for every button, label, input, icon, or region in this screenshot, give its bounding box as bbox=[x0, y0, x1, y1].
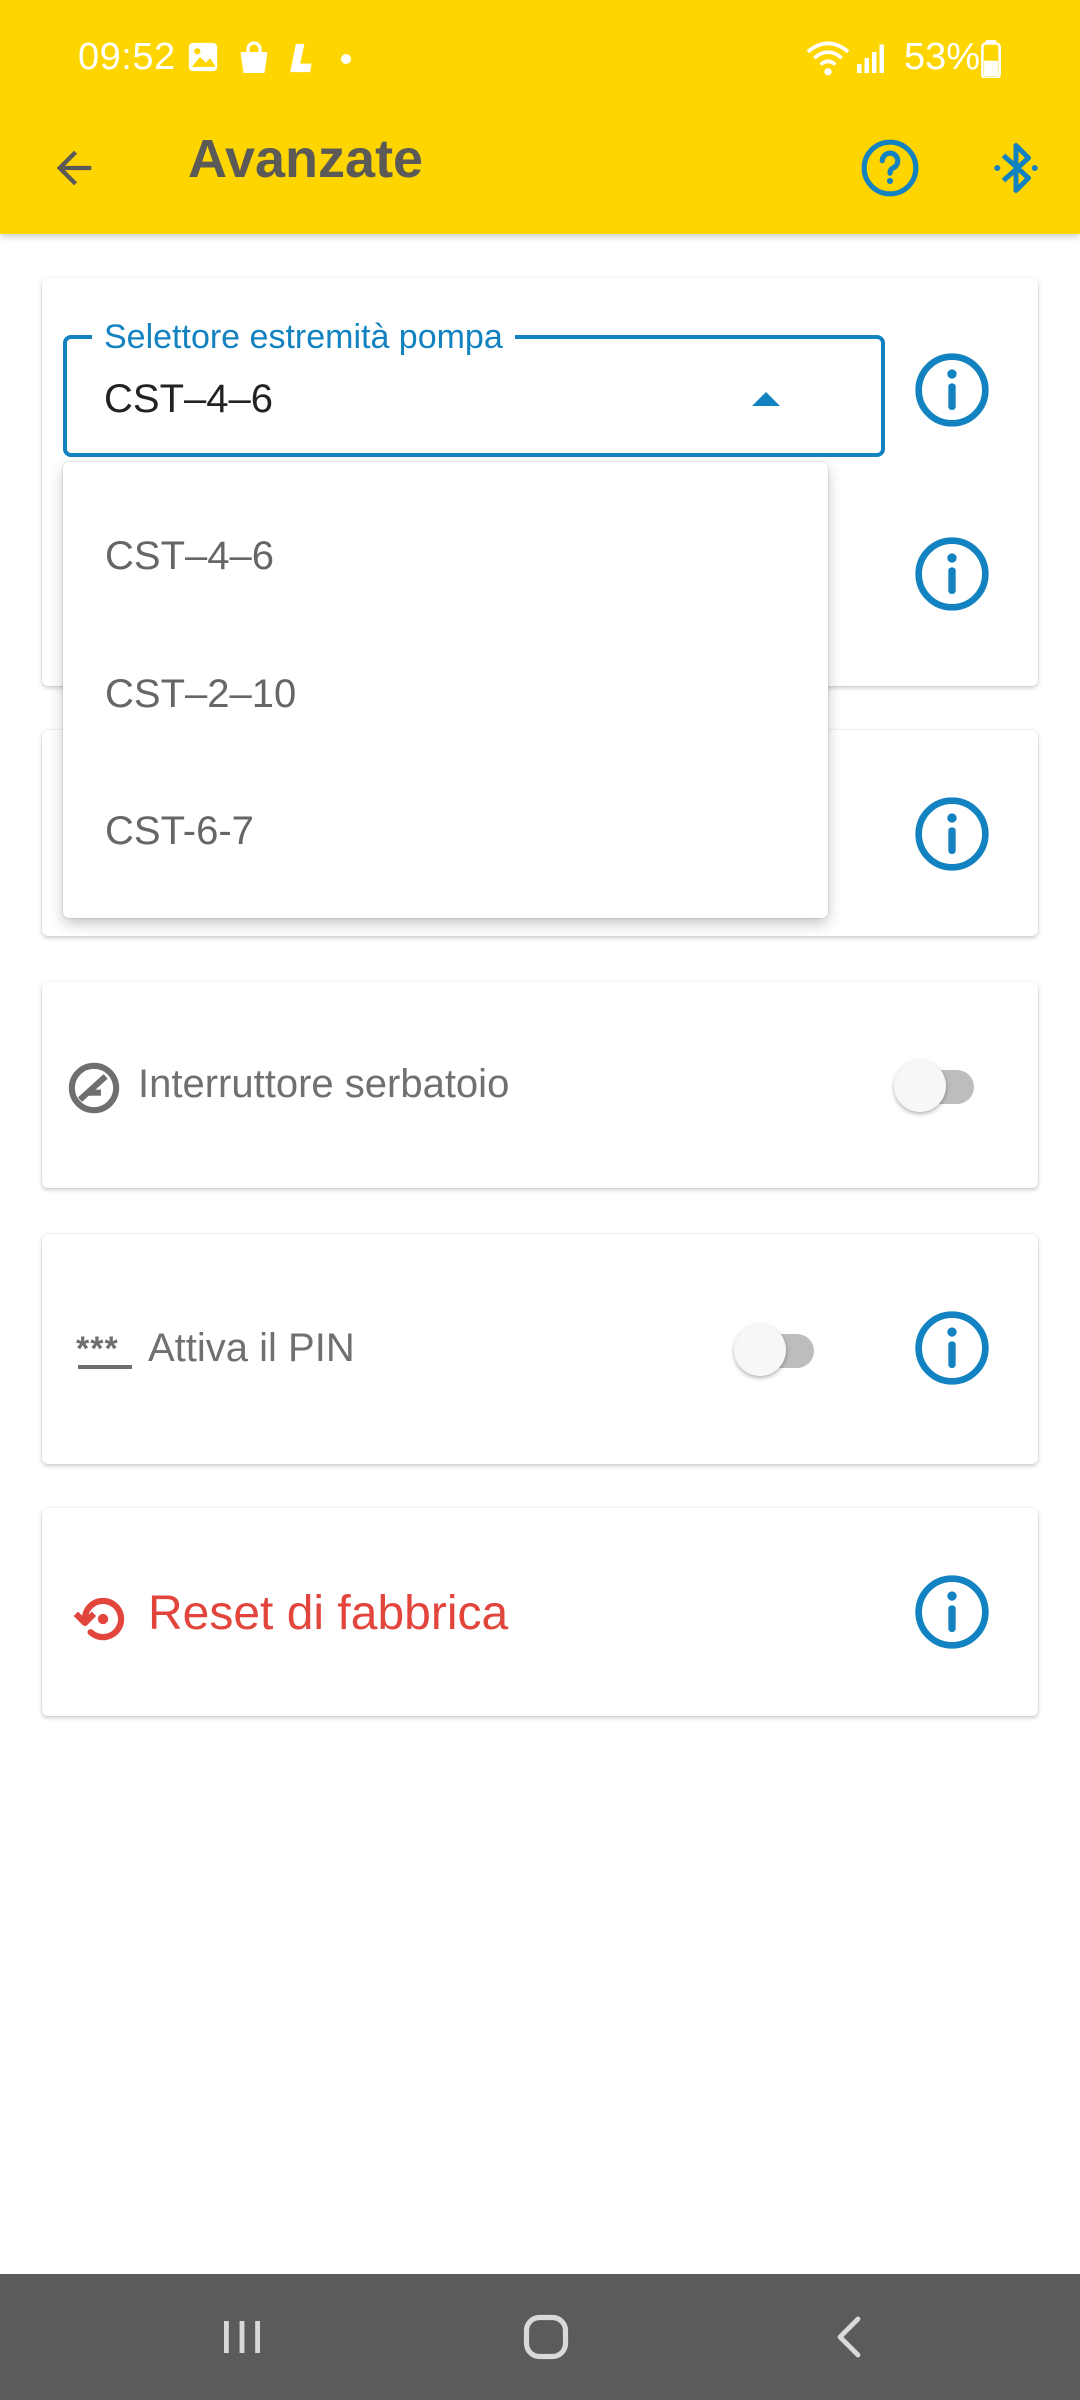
help-button[interactable] bbox=[850, 128, 930, 208]
pin-icon-underline bbox=[78, 1365, 132, 1369]
pump-selector-info-button[interactable] bbox=[912, 350, 992, 430]
nav-back-button[interactable] bbox=[770, 2274, 930, 2400]
app-header: 09:52 53% Avanzate bbox=[0, 0, 1080, 234]
menu-option-label: CST–2–10 bbox=[105, 672, 297, 716]
menu-option-label: CST-6-7 bbox=[105, 809, 254, 853]
pump-selector-value: CST–4–6 bbox=[104, 377, 273, 421]
chevron-left-icon bbox=[837, 2316, 861, 2358]
shopping-bag-icon bbox=[236, 40, 272, 81]
back-button[interactable] bbox=[34, 128, 114, 208]
factory-reset-label: Reset di fabbrica bbox=[148, 1587, 509, 1640]
toggle-thumb bbox=[894, 1060, 946, 1112]
page-title: Avanzate bbox=[188, 129, 424, 189]
pump-selector-menu: CST–4–6 CST–2–10 CST-6-7 bbox=[63, 462, 828, 918]
tank-switch-toggle[interactable] bbox=[894, 1060, 978, 1116]
factory-reset-info-button[interactable] bbox=[912, 1572, 992, 1652]
home-button[interactable] bbox=[466, 2274, 626, 2400]
wifi-icon bbox=[806, 40, 850, 83]
system-nav-bar bbox=[0, 2274, 1080, 2400]
l-app-icon bbox=[286, 40, 320, 81]
bluetooth-button[interactable] bbox=[976, 128, 1056, 208]
dot-icon bbox=[340, 52, 352, 70]
screen: 09:52 53% Avanzate Selettore estremità p… bbox=[0, 0, 1080, 2400]
pin-icon: *** bbox=[76, 1330, 119, 1368]
menu-option-cst-2-10[interactable]: CST–2–10 bbox=[63, 632, 828, 752]
menu-option-cst-6-7[interactable]: CST-6-7 bbox=[63, 769, 828, 889]
home-icon bbox=[523, 2314, 569, 2360]
arrow-back-icon bbox=[56, 150, 92, 186]
toggle-thumb bbox=[734, 1324, 786, 1376]
bluetooth-icon bbox=[994, 143, 1038, 193]
status-bar: 09:52 53% bbox=[0, 0, 1080, 118]
pin-toggle[interactable] bbox=[734, 1324, 818, 1380]
caret-up-icon bbox=[752, 392, 780, 406]
status-time: 09:52 bbox=[78, 36, 176, 78]
help-circle-icon bbox=[861, 139, 919, 197]
info-icon bbox=[915, 1311, 989, 1385]
settings-info-button[interactable] bbox=[912, 794, 992, 874]
info-icon bbox=[915, 1575, 989, 1649]
restore-icon bbox=[72, 1588, 134, 1655]
info-icon bbox=[915, 353, 989, 427]
pin-label: Attiva il PIN bbox=[148, 1326, 355, 1370]
no-entry-icon bbox=[66, 1060, 122, 1121]
recent-apps-icon bbox=[224, 2321, 260, 2353]
info-icon bbox=[915, 797, 989, 871]
info-icon bbox=[915, 537, 989, 611]
pump-option-info-button[interactable] bbox=[912, 534, 992, 614]
recent-apps-button[interactable] bbox=[162, 2274, 322, 2400]
battery-icon bbox=[980, 40, 1002, 83]
menu-option-cst-4-6[interactable]: CST–4–6 bbox=[63, 494, 828, 614]
menu-option-label: CST–4–6 bbox=[105, 534, 274, 578]
pin-info-button[interactable] bbox=[912, 1308, 992, 1388]
tank-switch-label: Interruttore serbatoio bbox=[138, 1062, 510, 1106]
battery-percent: 53% bbox=[904, 36, 981, 78]
gallery-icon bbox=[186, 40, 220, 79]
pump-selector-label: Selettore estremità pompa bbox=[92, 318, 515, 357]
signal-icon bbox=[854, 40, 890, 81]
